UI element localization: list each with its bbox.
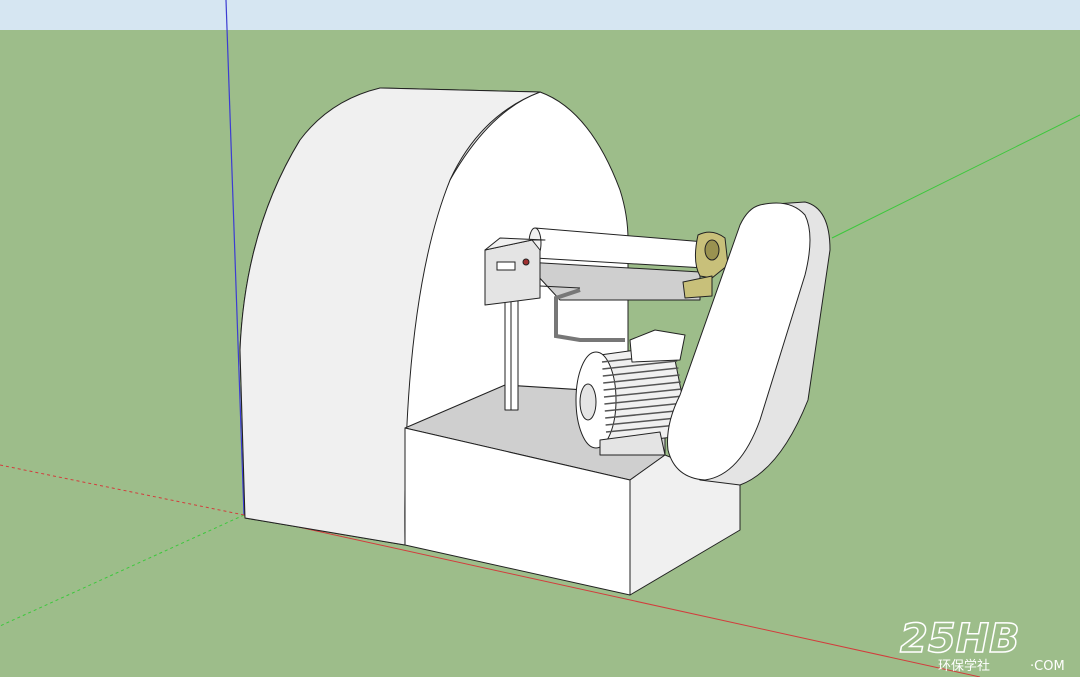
watermark-site-text: 环保学社 (938, 658, 990, 674)
sky (0, 0, 1080, 30)
sketchup-viewport[interactable]: 25HB 环保学社 ·COM (0, 0, 1080, 677)
bearing-bore (704, 239, 720, 261)
motor-shaft-end (579, 383, 597, 421)
control-knob-icon[interactable] (522, 258, 530, 266)
control-display-icon (496, 261, 516, 271)
control-box-front (484, 239, 541, 306)
support-post[interactable] (504, 299, 519, 411)
watermark-logo-text: 25HB (900, 616, 1020, 662)
watermark-domain-text: ·COM (1030, 659, 1065, 674)
